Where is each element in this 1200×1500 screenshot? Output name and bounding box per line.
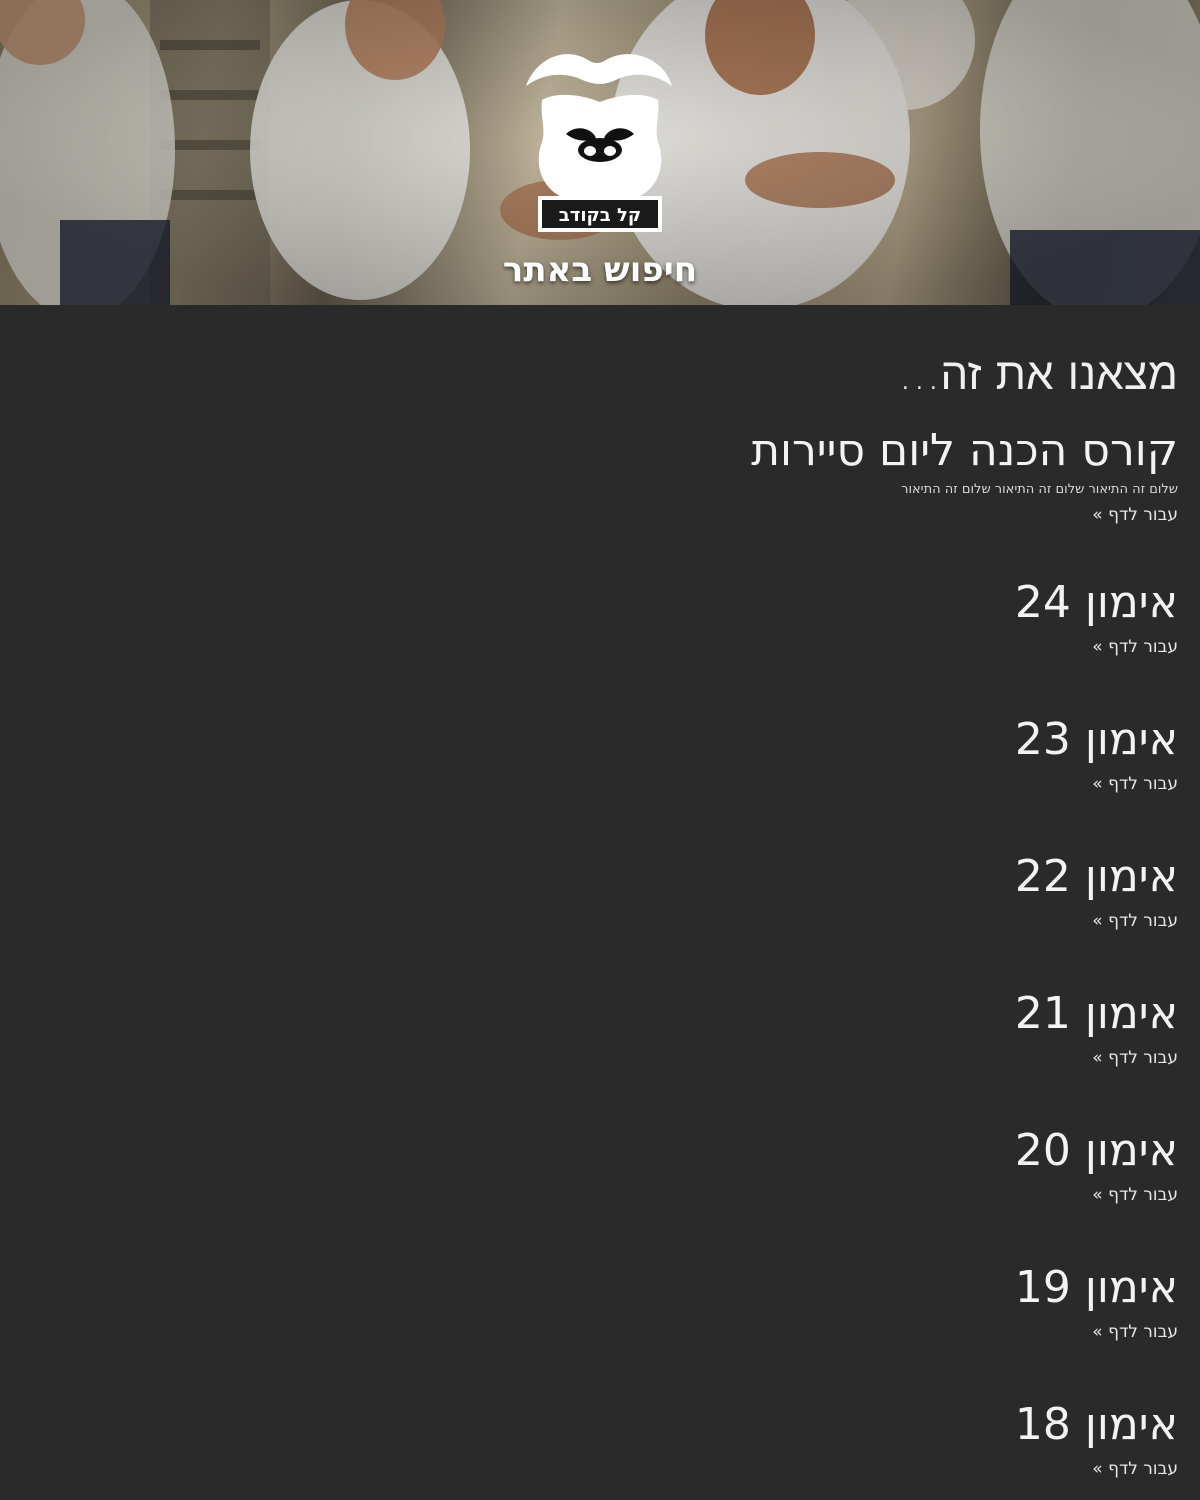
go-to-page-link[interactable]: עבור לדף » <box>1092 1320 1178 1344</box>
result-title: קורס הכנה ליום סיירות <box>751 425 1178 476</box>
result-description: שלום זה התיאור שלום זה התיאור שלום זה הת… <box>901 482 1178 497</box>
go-to-page-link[interactable]: עבור לדף » <box>1092 635 1178 659</box>
result-title: אימון 20 <box>1014 1125 1178 1176</box>
go-to-page-link[interactable]: עבור לדף » <box>1092 1046 1178 1070</box>
logo-text: קל בקודב <box>559 205 641 226</box>
result-title: אימון 19 <box>1014 1262 1178 1313</box>
search-results-section: מצאנו את זה... קורס הכנה ליום סיירות שלו… <box>0 305 1200 1500</box>
search-result: אימון 23 עבור לדף » <box>22 712 1178 849</box>
search-result: אימון 20 עבור לדף » <box>22 1123 1178 1260</box>
search-result: אימון 18 עבור לדף » <box>22 1397 1178 1500</box>
gorilla-logo-icon: קל בקודב <box>526 54 672 232</box>
search-result: קורס הכנה ליום סיירות שלום זה התיאור שלו… <box>22 423 1178 575</box>
page-title: חיפוש באתר <box>502 250 698 290</box>
search-result: אימון 21 עבור לדף » <box>22 986 1178 1123</box>
site-logo[interactable]: קל בקודב <box>496 38 704 238</box>
result-title: אימון 18 <box>1014 1399 1178 1450</box>
go-to-page-link[interactable]: עבור לדף » <box>1092 503 1178 527</box>
result-title: אימון 22 <box>1014 851 1178 902</box>
go-to-page-link[interactable]: עבור לדף » <box>1092 772 1178 796</box>
go-to-page-link[interactable]: עבור לדף » <box>1092 1183 1178 1207</box>
search-result: אימון 22 עבור לדף » <box>22 849 1178 986</box>
hero-banner: קל בקודב חיפוש באתר <box>0 0 1200 305</box>
result-title: אימון 21 <box>1014 988 1178 1039</box>
search-result: אימון 24 עבור לדף » <box>22 575 1178 712</box>
search-results-heading: מצאנו את זה... <box>898 349 1178 400</box>
go-to-page-link[interactable]: עבור לדף » <box>1092 1457 1178 1481</box>
result-title: אימון 24 <box>1014 577 1178 628</box>
result-title: אימון 23 <box>1014 714 1178 765</box>
go-to-page-link[interactable]: עבור לדף » <box>1092 909 1178 933</box>
search-result: אימון 19 עבור לדף » <box>22 1260 1178 1397</box>
